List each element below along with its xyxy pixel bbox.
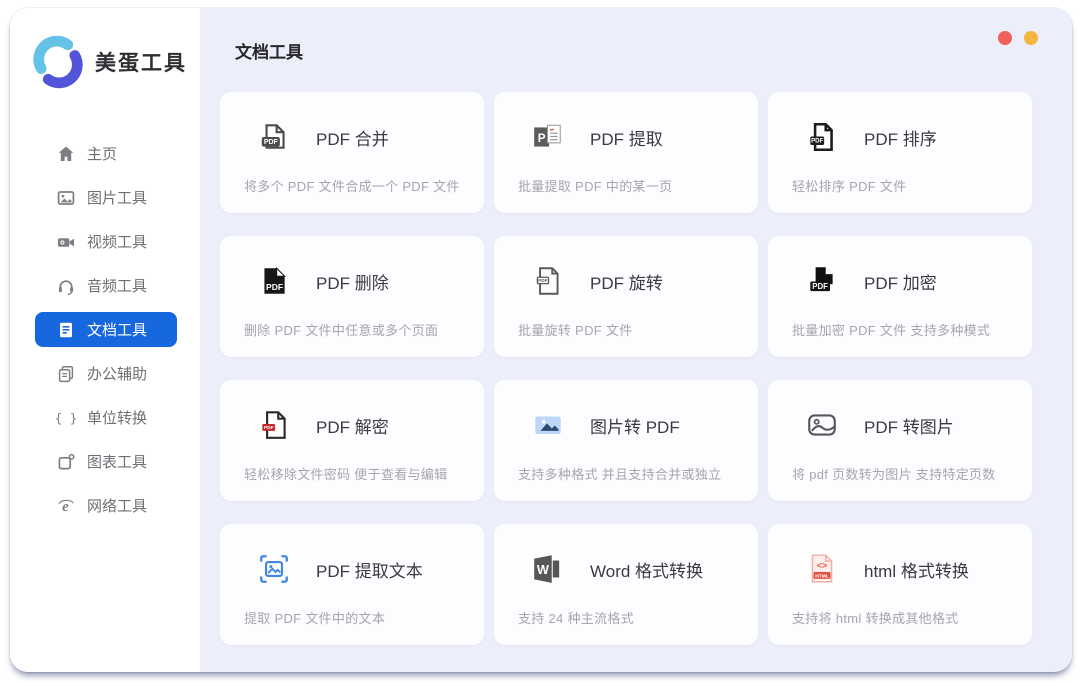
tool-card-pdf-merge[interactable]: PDF PDF 合并 将多个 PDF 文件合成一个 PDF 文件 xyxy=(220,92,484,213)
tool-card-title: PDF 合并 xyxy=(316,125,389,150)
unit-convert-icon: { } xyxy=(56,408,76,428)
pdf-encrypt-icon: PDF xyxy=(804,263,840,299)
tool-card-grid: PDF PDF 合并 将多个 PDF 文件合成一个 PDF 文件 P PDF 提… xyxy=(220,92,1032,645)
sidebar-item-label: 单位转换 xyxy=(87,407,147,428)
red-dot[interactable] xyxy=(998,31,1012,45)
document-tools-icon xyxy=(56,320,76,340)
pdf-rotate-icon: PDF xyxy=(530,263,566,299)
svg-text:PDF: PDF xyxy=(811,138,824,145)
main-panel: 文档工具 PDF PDF 合并 将多个 PDF 文件合成一个 PDF 文件 P … xyxy=(200,8,1072,672)
tool-card-title: PDF 转图片 xyxy=(864,413,954,438)
svg-text:HTML: HTML xyxy=(815,573,829,579)
svg-text:PDF: PDF xyxy=(264,425,274,431)
sidebar-item-document-tools[interactable]: 文档工具 xyxy=(35,312,177,347)
tool-card-title: html 格式转换 xyxy=(864,557,969,582)
tool-card-title: PDF 旋转 xyxy=(590,269,663,294)
pdf-decrypt-icon: PDF xyxy=(256,407,292,443)
sidebar: 美蛋工具 主页 图片工具 视频工具 音频工具 文档工具 办公辅助 { } xyxy=(10,8,200,672)
tool-card-title: PDF 删除 xyxy=(316,269,389,294)
tool-card-title: PDF 解密 xyxy=(316,413,389,438)
pdf-merge-icon: PDF xyxy=(256,119,292,155)
svg-text:e: e xyxy=(62,499,69,515)
tool-card-title: 图片转 PDF xyxy=(590,413,680,438)
office-assist-icon xyxy=(56,364,76,384)
window-controls xyxy=(998,31,1038,45)
tool-card-description: 轻松移除文件密码 便于查看与编辑 xyxy=(244,464,464,483)
sidebar-nav: 主页 图片工具 视频工具 音频工具 文档工具 办公辅助 { } 单位转换 xyxy=(10,136,200,523)
sidebar-item-label: 图片工具 xyxy=(87,187,147,208)
html-convert-icon: <> HTML xyxy=(804,551,840,587)
svg-text:PDF: PDF xyxy=(538,278,547,283)
tool-card-pdf-decrypt[interactable]: PDF PDF 解密 轻松移除文件密码 便于查看与编辑 xyxy=(220,380,484,501)
sidebar-item-home[interactable]: 主页 xyxy=(35,136,177,171)
sidebar-item-label: 办公辅助 xyxy=(87,363,147,384)
yellow-dot[interactable] xyxy=(1024,31,1038,45)
sidebar-item-network-tools[interactable]: e 网络工具 xyxy=(35,488,177,523)
tool-card-pdf-delete[interactable]: PDF PDF 删除 删除 PDF 文件中任意或多个页面 xyxy=(220,236,484,357)
svg-text:PDF: PDF xyxy=(266,282,283,292)
sidebar-item-office-assist[interactable]: 办公辅助 xyxy=(35,356,177,391)
tool-card-title: Word 格式转换 xyxy=(590,557,703,582)
tool-card-description: 支持将 html 转换成其他格式 xyxy=(792,608,1012,627)
sidebar-item-label: 图表工具 xyxy=(87,451,147,472)
tool-card-title: PDF 提取文本 xyxy=(316,557,423,582)
video-tools-icon xyxy=(56,232,76,252)
tool-card-description: 将 pdf 页数转为图片 支持特定页数 xyxy=(792,464,1012,483)
svg-text:<>: <> xyxy=(817,560,827,570)
tool-card-pdf-rotate[interactable]: PDF PDF 旋转 批量旋转 PDF 文件 xyxy=(494,236,758,357)
app-window: 美蛋工具 主页 图片工具 视频工具 音频工具 文档工具 办公辅助 { } xyxy=(10,8,1072,672)
sidebar-item-label: 文档工具 xyxy=(87,319,147,340)
pdf-extract-text-icon xyxy=(256,551,292,587)
swirl-logo-icon xyxy=(30,34,86,90)
pdf-extract-icon: P xyxy=(530,119,566,155)
sidebar-item-audio-tools[interactable]: 音频工具 xyxy=(35,268,177,303)
tool-card-description: 轻松排序 PDF 文件 xyxy=(792,176,1012,195)
app-title: 美蛋工具 xyxy=(95,47,187,77)
sidebar-item-unit-convert[interactable]: { } 单位转换 xyxy=(35,400,177,435)
tool-card-pdf-encrypt[interactable]: PDF PDF 加密 批量加密 PDF 文件 支持多种模式 xyxy=(768,236,1032,357)
tool-card-title: PDF 排序 xyxy=(864,125,937,150)
tool-card-pdf-to-image[interactable]: PDF 转图片 将 pdf 页数转为图片 支持特定页数 xyxy=(768,380,1032,501)
tool-card-pdf-sort[interactable]: PDF PDF 排序 轻松排序 PDF 文件 xyxy=(768,92,1032,213)
word-convert-icon: W xyxy=(530,551,566,587)
tool-card-description: 删除 PDF 文件中任意或多个页面 xyxy=(244,320,464,339)
sidebar-item-label: 主页 xyxy=(87,143,117,164)
network-tools-icon: e xyxy=(56,496,76,516)
home-icon xyxy=(56,144,76,164)
image-to-pdf-icon xyxy=(530,407,566,443)
svg-text:PDF: PDF xyxy=(264,139,279,146)
tool-card-description: 支持 24 种主流格式 xyxy=(518,608,738,627)
tool-card-description: 批量加密 PDF 文件 支持多种模式 xyxy=(792,320,1012,339)
image-tools-icon xyxy=(56,188,76,208)
tool-card-html-convert[interactable]: <> HTML html 格式转换 支持将 html 转换成其他格式 xyxy=(768,524,1032,645)
tool-card-word-convert[interactable]: W Word 格式转换 支持 24 种主流格式 xyxy=(494,524,758,645)
sidebar-item-label: 音频工具 xyxy=(87,275,147,296)
svg-text:PDF: PDF xyxy=(812,282,828,291)
tool-card-pdf-extract[interactable]: P PDF 提取 批量提取 PDF 中的某一页 xyxy=(494,92,758,213)
tool-card-title: PDF 加密 xyxy=(864,269,937,294)
tool-card-image-to-pdf[interactable]: 图片转 PDF 支持多种格式 并且支持合并或独立 xyxy=(494,380,758,501)
tool-card-description: 支持多种格式 并且支持合并或独立 xyxy=(518,464,738,483)
page-title: 文档工具 xyxy=(235,38,1032,63)
svg-text:W: W xyxy=(537,562,550,577)
svg-text:P: P xyxy=(538,132,546,145)
sidebar-item-video-tools[interactable]: 视频工具 xyxy=(35,224,177,259)
tool-card-description: 批量旋转 PDF 文件 xyxy=(518,320,738,339)
tool-card-description: 提取 PDF 文件中的文本 xyxy=(244,608,464,627)
tool-card-title: PDF 提取 xyxy=(590,125,663,150)
sidebar-item-label: 网络工具 xyxy=(87,495,147,516)
sidebar-item-chart-tools[interactable]: 图表工具 xyxy=(35,444,177,479)
tool-card-pdf-extract-text[interactable]: PDF 提取文本 提取 PDF 文件中的文本 xyxy=(220,524,484,645)
tool-card-description: 将多个 PDF 文件合成一个 PDF 文件 xyxy=(244,176,464,195)
svg-text:{ }: { } xyxy=(56,410,76,425)
sidebar-item-image-tools[interactable]: 图片工具 xyxy=(35,180,177,215)
pdf-delete-icon: PDF xyxy=(256,263,292,299)
tool-card-description: 批量提取 PDF 中的某一页 xyxy=(518,176,738,195)
pdf-to-image-icon xyxy=(804,407,840,443)
sidebar-item-label: 视频工具 xyxy=(87,231,147,252)
audio-tools-icon xyxy=(56,276,76,296)
chart-tools-icon xyxy=(56,452,76,472)
pdf-sort-icon: PDF xyxy=(804,119,840,155)
app-logo: 美蛋工具 xyxy=(10,8,200,90)
